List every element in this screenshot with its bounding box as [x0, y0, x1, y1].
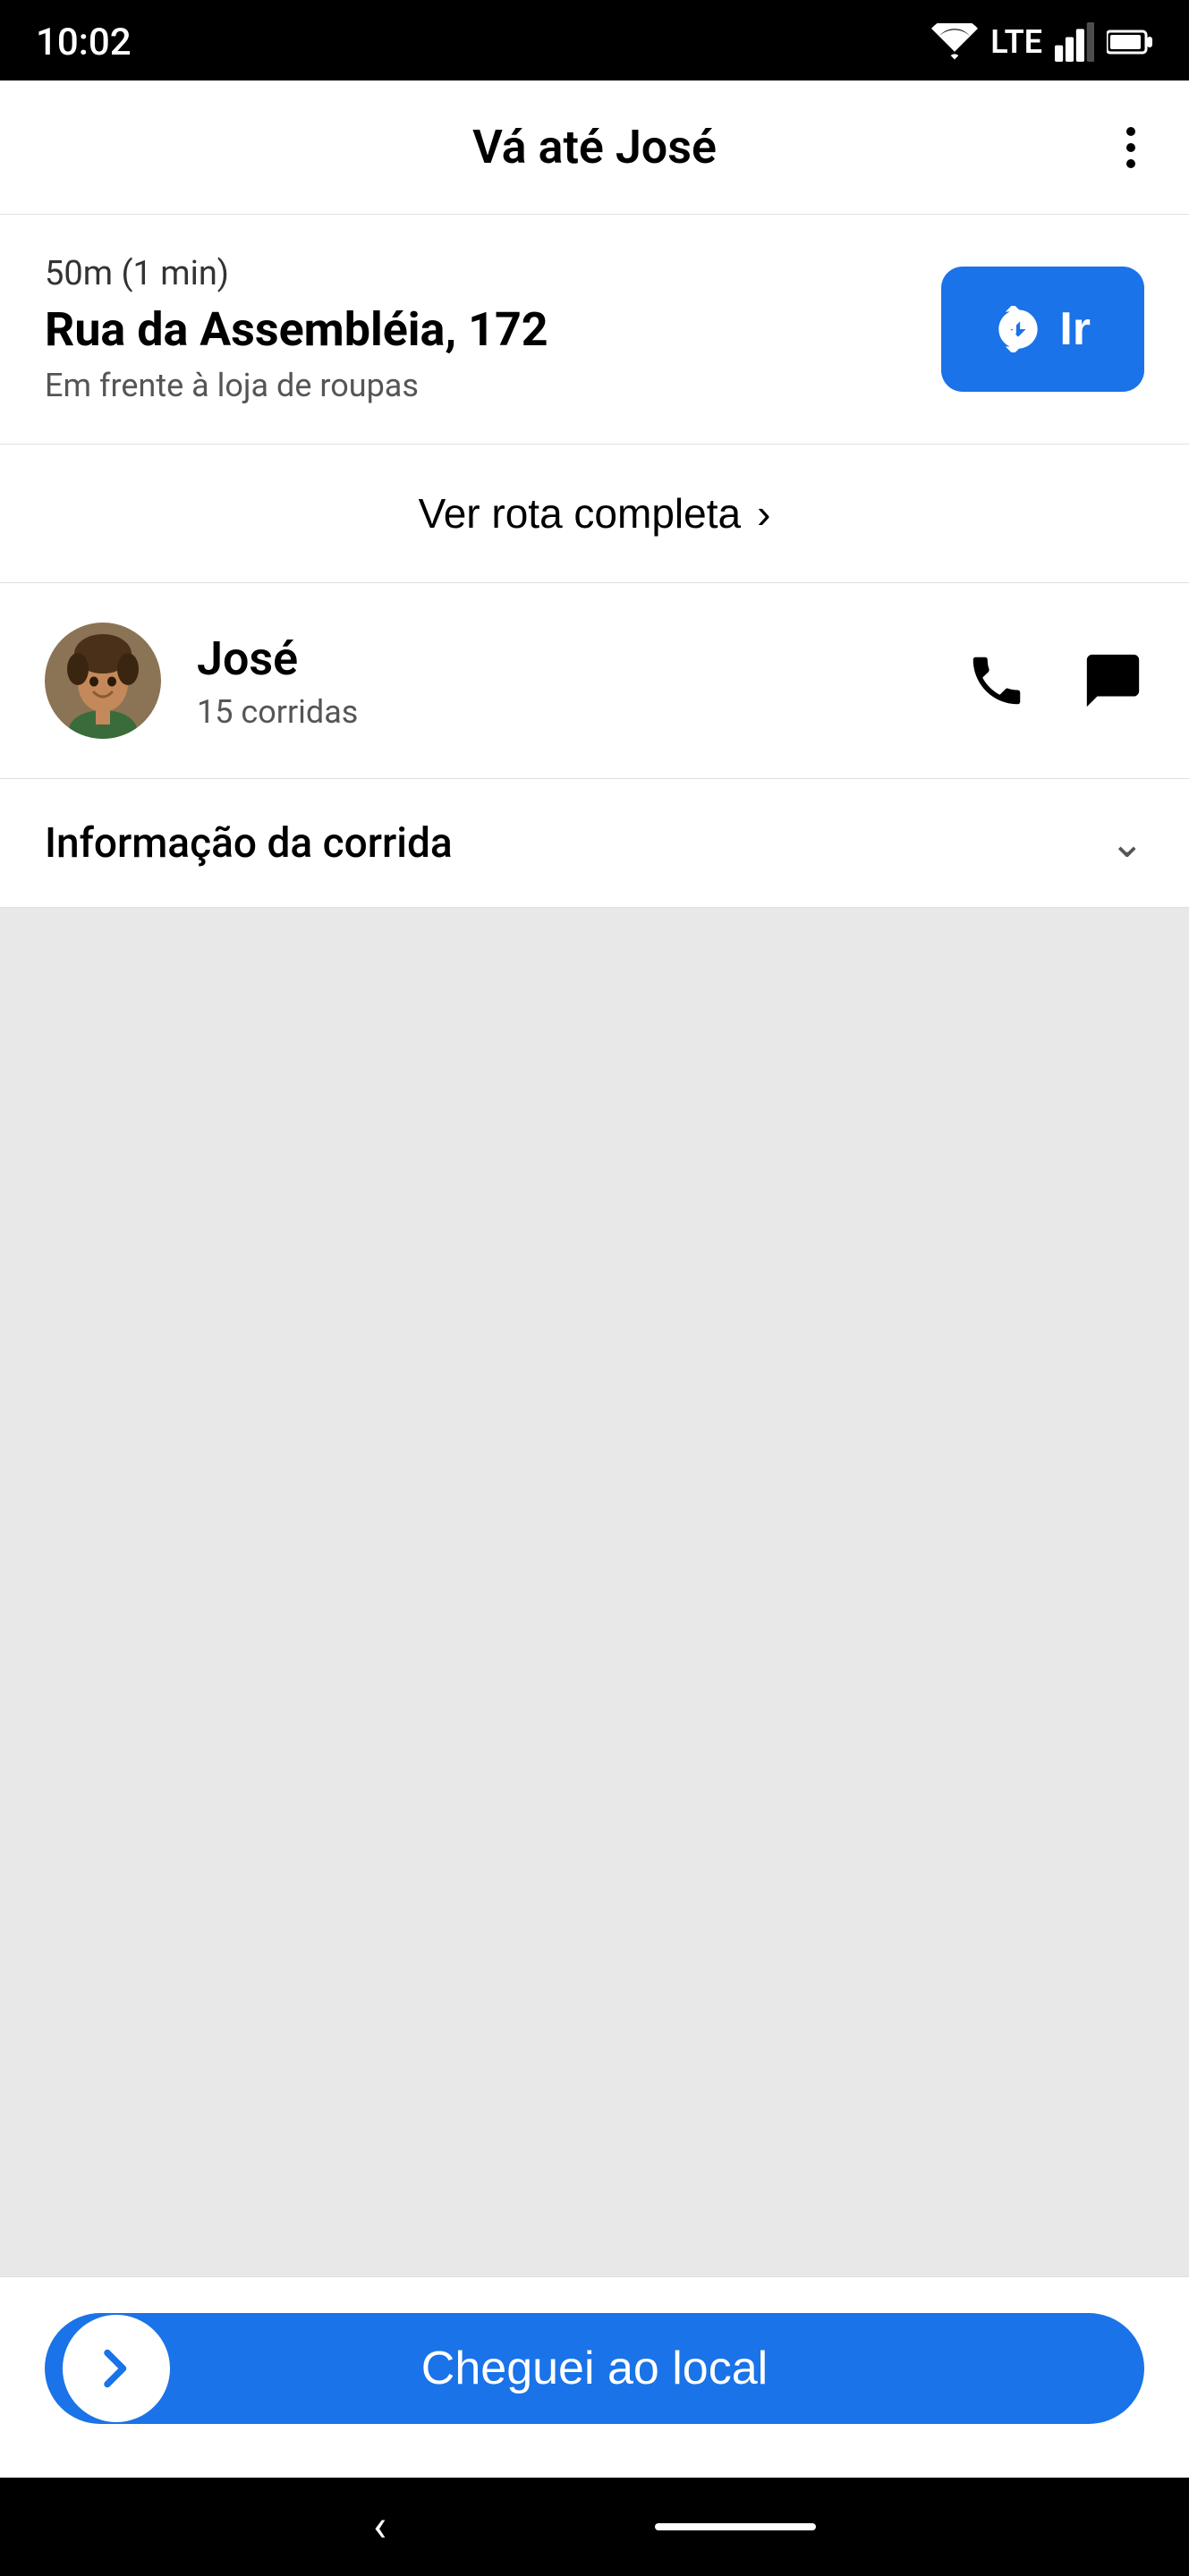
- arrived-label: Cheguei ao local: [89, 2342, 1100, 2395]
- contact-info: José 15 corridas: [197, 631, 930, 731]
- dot-3: [1126, 159, 1135, 168]
- battery-icon: [1107, 26, 1153, 58]
- call-button[interactable]: [965, 649, 1028, 712]
- dot-2: [1126, 143, 1135, 152]
- go-button[interactable]: Ir: [941, 267, 1144, 392]
- chevron-down-icon: ⌄: [1109, 818, 1144, 868]
- directions-icon: [995, 306, 1041, 352]
- route-section: 50m (1 min) Rua da Assembléia, 172 Em fr…: [0, 215, 1189, 445]
- status-bar: 10:02 LTE: [0, 0, 1189, 80]
- back-button[interactable]: ‹: [373, 2501, 386, 2553]
- arrived-circle: [63, 2315, 170, 2422]
- route-info: 50m (1 min) Rua da Assembléia, 172 Em fr…: [45, 254, 548, 404]
- contact-rides: 15 corridas: [197, 693, 930, 731]
- full-route-button[interactable]: Ver rota completa ›: [0, 445, 1189, 583]
- page-title: Vá até José: [472, 120, 717, 174]
- dot-1: [1126, 127, 1135, 136]
- go-button-label: Ir: [1059, 302, 1091, 356]
- status-icons: LTE: [931, 22, 1153, 62]
- signal-icon: [1055, 22, 1094, 62]
- status-time: 10:02: [36, 21, 132, 64]
- contact-name: José: [197, 631, 930, 686]
- map-area: [0, 908, 1189, 2276]
- lte-label: LTE: [990, 23, 1042, 61]
- home-indicator[interactable]: [655, 2523, 816, 2530]
- contact-actions: [965, 649, 1144, 712]
- route-meta: 50m (1 min): [45, 254, 548, 293]
- chevron-right-circle-icon: [89, 2342, 143, 2395]
- arrived-button[interactable]: Cheguei ao local: [45, 2313, 1144, 2424]
- phone-icon: [965, 649, 1028, 712]
- nav-bar: ‹: [0, 2478, 1189, 2576]
- avatar-image: [45, 623, 161, 739]
- chevron-right-icon: ›: [757, 489, 770, 538]
- full-route-label: Ver rota completa: [419, 489, 742, 538]
- route-address: Rua da Assembléia, 172: [45, 302, 548, 358]
- avatar: [45, 623, 161, 739]
- contact-section: José 15 corridas: [0, 583, 1189, 779]
- header: Vá até José: [0, 80, 1189, 215]
- route-hint: Em frente à loja de roupas: [45, 367, 548, 404]
- wifi-icon: [931, 23, 978, 61]
- more-options-button[interactable]: [1117, 118, 1144, 177]
- bottom-section: Cheguei ao local: [0, 2276, 1189, 2478]
- app-container: Vá até José 50m (1 min) Rua da Assembléi…: [0, 80, 1189, 2478]
- chat-icon: [1082, 649, 1144, 712]
- ride-info-label: Informação da corrida: [45, 819, 453, 868]
- message-button[interactable]: [1082, 649, 1144, 712]
- ride-info-section[interactable]: Informação da corrida ⌄: [0, 779, 1189, 908]
